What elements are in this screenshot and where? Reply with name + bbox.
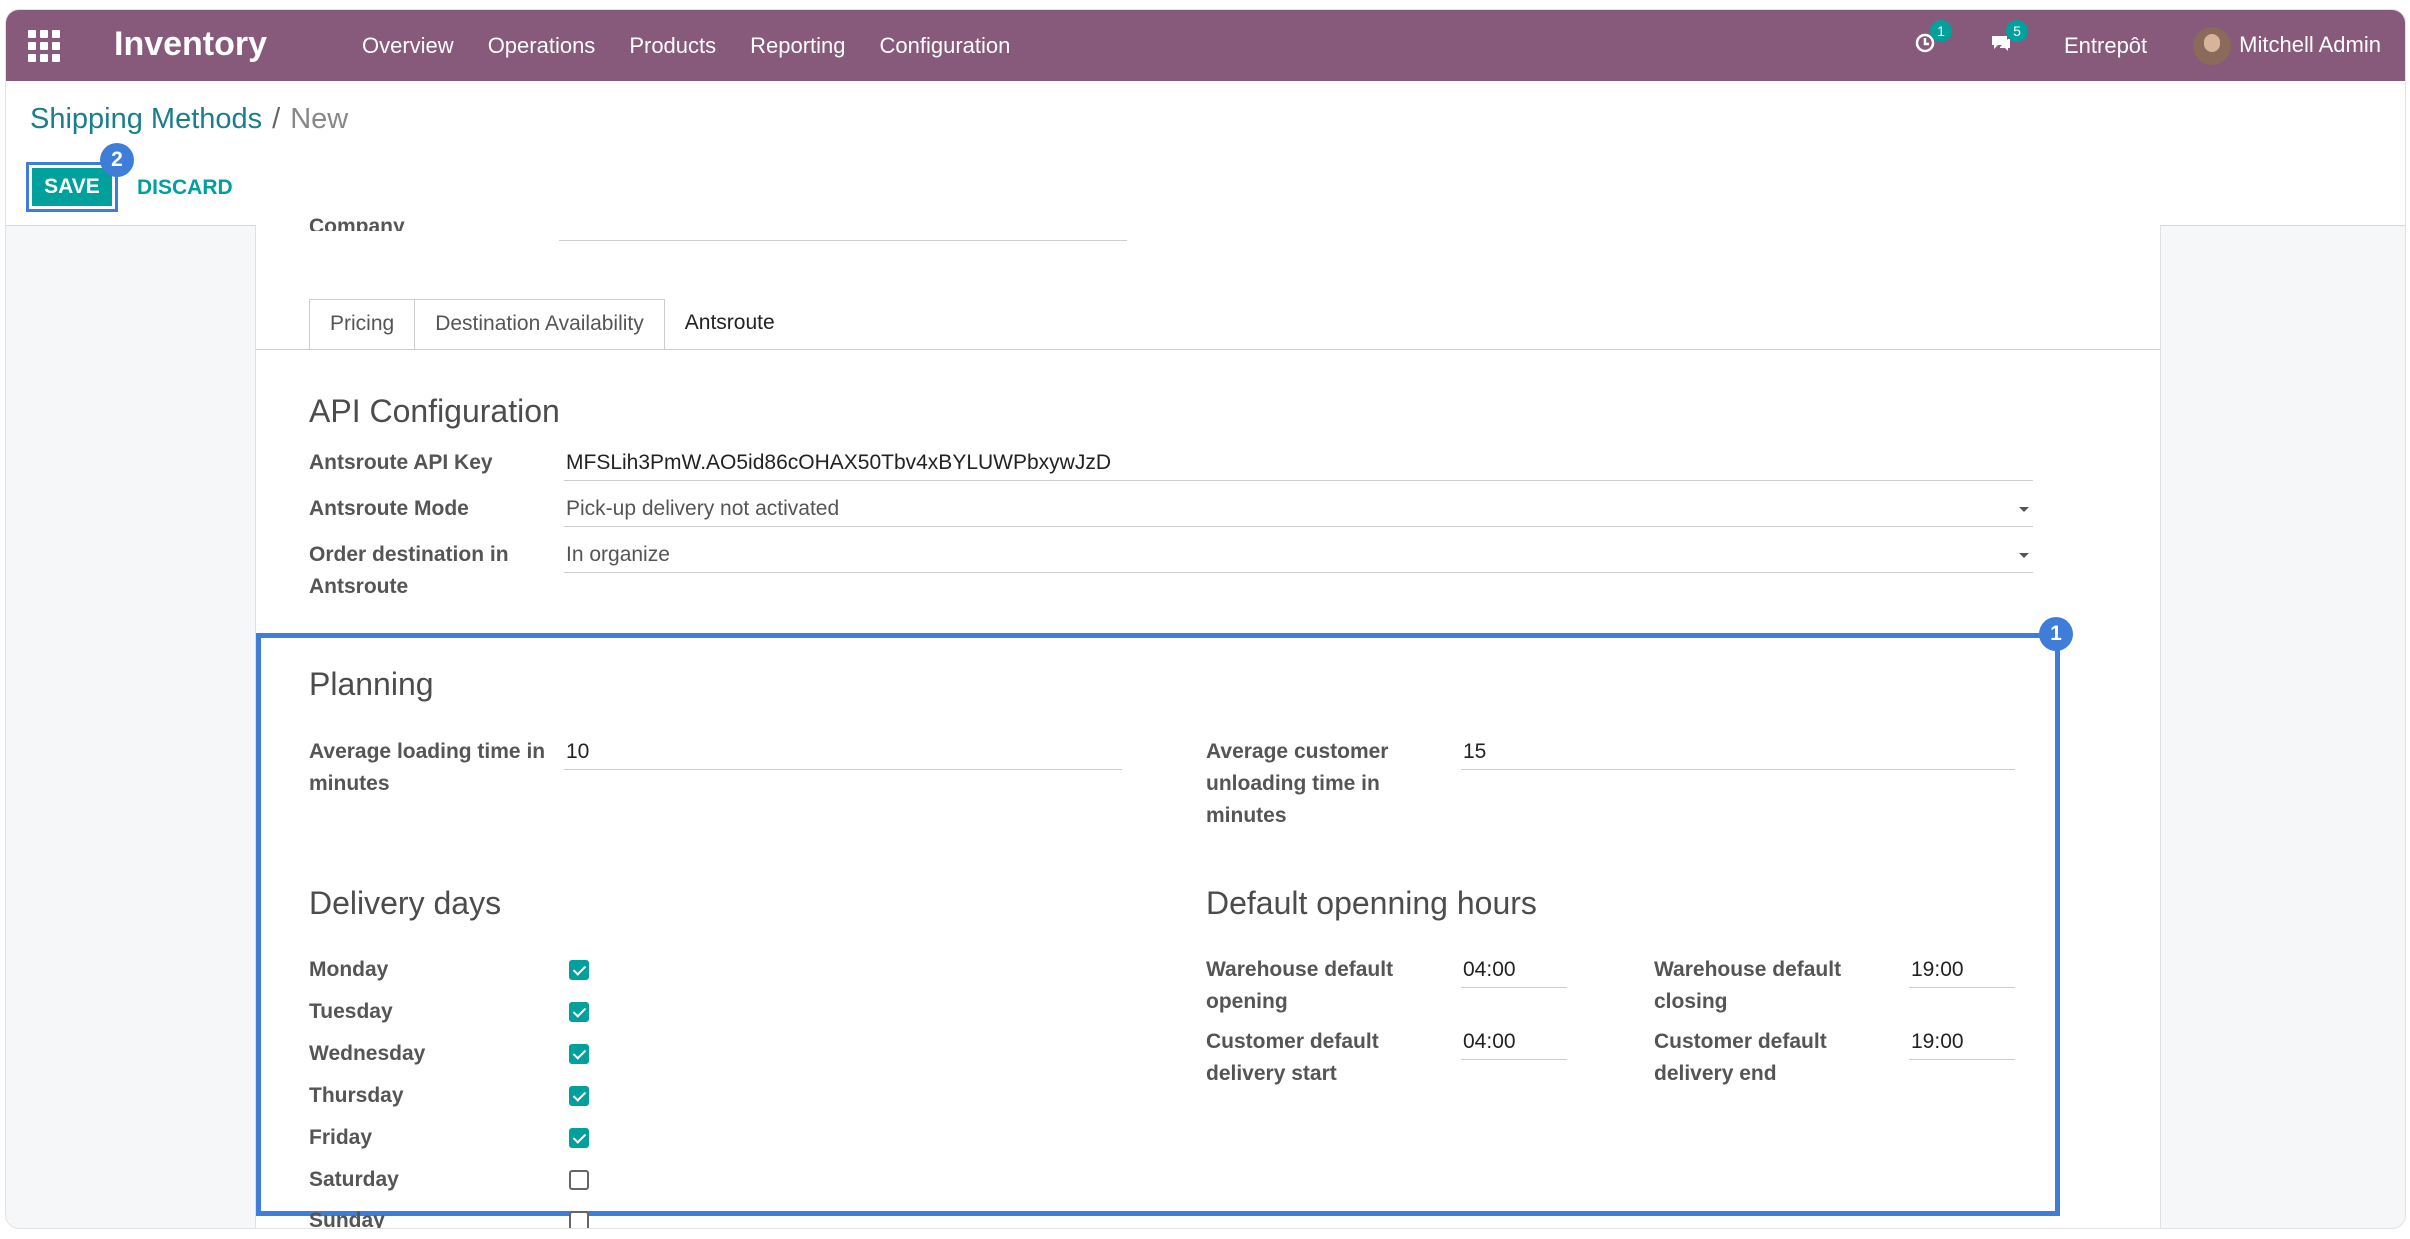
- antsroute-mode-value: Pick-up delivery not activated: [566, 497, 840, 520]
- company-label: Company: [309, 215, 405, 231]
- user-name: Mitchell Admin: [2239, 31, 2381, 57]
- tab-pricing[interactable]: Pricing: [309, 299, 416, 349]
- checkbox-wednesday[interactable]: [569, 1044, 589, 1064]
- form-sheet: Company Pricing Destination Availability…: [255, 215, 2161, 1228]
- day-label-sunday: Sunday: [309, 1209, 385, 1229]
- checkbox-sunday[interactable]: [569, 1211, 589, 1228]
- menu-reporting[interactable]: Reporting: [750, 33, 845, 59]
- messages-count-badge: 5: [2005, 19, 2028, 42]
- checkbox-monday[interactable]: [569, 960, 589, 980]
- planning-section-highlight: Planning Average loading time in minutes…: [256, 633, 2060, 1228]
- company-field[interactable]: [559, 240, 1127, 241]
- user-menu[interactable]: Mitchell Admin: [2193, 26, 2381, 65]
- app-name[interactable]: Inventory: [114, 25, 267, 64]
- checkbox-friday[interactable]: [569, 1128, 589, 1148]
- save-button[interactable]: SAVE: [32, 168, 112, 206]
- menu-configuration[interactable]: Configuration: [880, 33, 1011, 59]
- day-label-tuesday: Tuesday: [309, 1000, 393, 1023]
- customer-delivery-start-label: Customer default delivery start: [1206, 1030, 1379, 1085]
- order-destination-select[interactable]: In organize: [564, 539, 2033, 573]
- activity-count-badge: 1: [1929, 19, 1952, 42]
- customer-delivery-end-label: Customer default delivery end: [1654, 1030, 1827, 1085]
- average-unloading-time-label: Average customer unloading time in minut…: [1206, 740, 1389, 827]
- company-switcher[interactable]: Entrepôt: [2064, 33, 2147, 59]
- control-panel: Shipping Methods / New SAVE 2 DISCARD: [6, 81, 2405, 226]
- api-key-input[interactable]: MFSLih3PmW.AO5id86cOHAX50Tbv4xBYLUWPbxyw…: [564, 447, 2033, 481]
- messages-button[interactable]: 5: [1990, 19, 2028, 60]
- avatar: [2193, 26, 2232, 65]
- average-loading-time-input[interactable]: 10: [564, 736, 1122, 770]
- day-label-friday: Friday: [309, 1126, 373, 1149]
- day-label-wednesday: Wednesday: [309, 1042, 426, 1065]
- apps-menu-icon[interactable]: [28, 30, 60, 62]
- breadcrumb-separator: /: [272, 103, 281, 135]
- default-hours-title: Default openning hours: [1206, 885, 1537, 921]
- breadcrumb: Shipping Methods / New: [30, 103, 348, 136]
- antsroute-mode-select[interactable]: Pick-up delivery not activated: [564, 493, 2033, 527]
- main-menu: Overview Operations Products Reporting C…: [362, 10, 1044, 81]
- order-destination-value: In organize: [566, 543, 670, 566]
- order-destination-label: Order destination in Antsroute: [309, 543, 509, 598]
- average-unloading-time-input[interactable]: 15: [1461, 736, 2015, 770]
- chevron-down-icon: [2019, 553, 2029, 558]
- top-navbar: Inventory Overview Operations Products R…: [6, 10, 2405, 81]
- day-label-monday: Monday: [309, 958, 389, 981]
- day-label-thursday: Thursday: [309, 1084, 404, 1107]
- tab-antsroute[interactable]: Antsroute: [664, 299, 795, 349]
- notebook-tabs: Pricing Destination Availability Antsrou…: [309, 299, 795, 349]
- activity-button[interactable]: 1: [1914, 19, 1952, 60]
- tab-destination-availability[interactable]: Destination Availability: [415, 299, 665, 349]
- step-marker-1: 1: [2039, 617, 2073, 651]
- menu-products[interactable]: Products: [629, 33, 716, 59]
- app-window: Inventory Overview Operations Products R…: [5, 9, 2406, 1229]
- warehouse-opening-label: Warehouse default opening: [1206, 958, 1394, 1013]
- discard-button[interactable]: DISCARD: [137, 176, 233, 200]
- customer-delivery-end-input[interactable]: 19:00: [1909, 1026, 2015, 1060]
- systray: 1 5 Entrepôt Mitchell Admin: [1914, 10, 2405, 81]
- checkbox-saturday[interactable]: [569, 1170, 589, 1190]
- planning-title: Planning: [309, 666, 434, 702]
- day-label-saturday: Saturday: [309, 1168, 399, 1191]
- average-loading-time-label: Average loading time in minutes: [309, 740, 546, 795]
- step-marker-2: 2: [100, 143, 134, 177]
- menu-overview[interactable]: Overview: [362, 33, 454, 59]
- warehouse-opening-input[interactable]: 04:00: [1461, 954, 1567, 988]
- delivery-days-title: Delivery days: [309, 885, 502, 921]
- tabs-divider: [256, 349, 2160, 350]
- checkbox-tuesday[interactable]: [569, 1002, 589, 1022]
- customer-delivery-start-input[interactable]: 04:00: [1461, 1026, 1567, 1060]
- warehouse-closing-input[interactable]: 19:00: [1909, 954, 2015, 988]
- api-key-label: Antsroute API Key: [309, 451, 493, 474]
- breadcrumb-current: New: [290, 103, 349, 135]
- chevron-down-icon: [2019, 507, 2029, 512]
- antsroute-mode-label: Antsroute Mode: [309, 497, 469, 520]
- breadcrumb-parent-link[interactable]: Shipping Methods: [30, 103, 262, 135]
- api-configuration-title: API Configuration: [309, 393, 560, 429]
- warehouse-closing-label: Warehouse default closing: [1654, 958, 1842, 1013]
- menu-operations[interactable]: Operations: [488, 33, 596, 59]
- checkbox-thursday[interactable]: [569, 1086, 589, 1106]
